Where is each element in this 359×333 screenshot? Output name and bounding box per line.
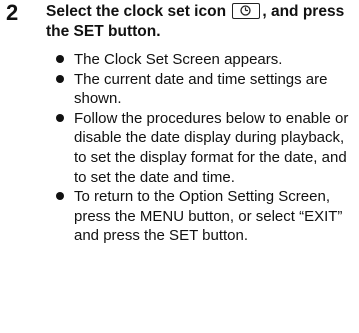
bullet-text: To return to the Option Setting Screen, … [74, 188, 343, 245]
step-heading: Select the clock set icon , and press th… [46, 2, 346, 42]
bullet-icon [56, 55, 64, 63]
heading-text-start: Select the clock set icon [46, 3, 231, 20]
list-item: Follow the procedures below to enable or… [52, 109, 352, 187]
bullet-icon [56, 74, 64, 83]
list-item: To return to the Option Setting Screen, … [52, 187, 352, 246]
step-number: 2 [6, 0, 19, 25]
bullet-text: Follow the procedures below to enable or… [74, 109, 349, 186]
clock-set-icon [232, 3, 261, 19]
bullet-icon [56, 192, 64, 201]
bullet-text: The Clock Set Screen appears. [74, 51, 283, 68]
list-item: The Clock Set Screen appears. [52, 50, 352, 70]
bullet-list: The Clock Set Screen appears. The curren… [52, 50, 352, 246]
bullet-text: The current date and time settings are s… [74, 70, 328, 108]
list-item: The current date and time settings are s… [52, 70, 352, 109]
bullet-icon [56, 113, 64, 122]
